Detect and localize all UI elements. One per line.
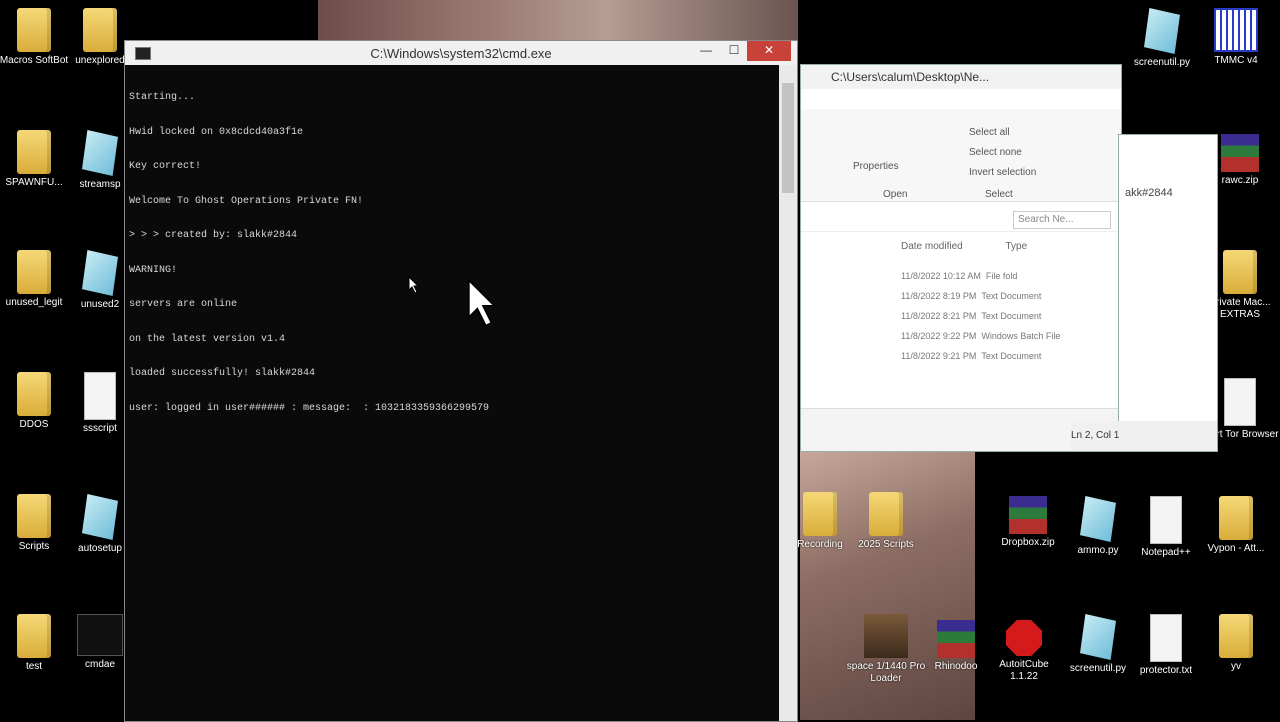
select-all-button[interactable]: Select all — [969, 127, 1010, 138]
cmd-icon — [77, 614, 123, 656]
console-line: WARNING! — [129, 264, 178, 276]
cursor-position: Ln 2, Col 1 — [1071, 430, 1120, 441]
desktop-icon[interactable]: AutoitCube 1.1.22 — [984, 620, 1064, 683]
folder-icon — [1219, 496, 1253, 540]
maximize-button[interactable]: ☐ — [723, 41, 745, 61]
properties-button[interactable]: Properties — [853, 161, 899, 172]
doc-icon — [1224, 378, 1256, 426]
console-line: > > > created by: slakk#2844 — [129, 230, 298, 241]
py-file-icon — [1144, 8, 1180, 54]
folder-icon — [17, 250, 51, 294]
explorer-title: C:\Users\calum\Desktop\Ne... — [831, 70, 990, 84]
folder-icon — [869, 492, 903, 536]
console-output[interactable]: Starting... Hwid locked on 0x8cdcd40a3f1… — [129, 69, 775, 717]
folder-icon — [803, 492, 837, 536]
cmd-window[interactable]: C:\Windows\system32\cmd.exe — ☐ ✕ Starti… — [124, 40, 798, 722]
desktop-icon[interactable]: screenutil.py — [1122, 8, 1202, 69]
file-row[interactable]: 11/8/2022 8:21 PM Text Document — [901, 311, 1111, 321]
explorer-titlebar[interactable]: C:\Users\calum\Desktop\Ne... — [801, 65, 1121, 89]
notepad-window[interactable]: akk#2844 Ln 2, Col 1 — [1071, 134, 1218, 452]
folder-icon — [1223, 250, 1257, 294]
select-none-button[interactable]: Select none — [969, 147, 1022, 158]
column-type[interactable]: Type — [1005, 241, 1027, 252]
explorer-ribbon: Properties Open Select all Select none I… — [801, 109, 1121, 202]
folder-icon — [17, 130, 51, 174]
desktop-icon[interactable]: Dropbox.zip — [988, 496, 1068, 549]
rar-icon — [1221, 134, 1259, 172]
desktop-icon[interactable]: Rhinodoo — [916, 620, 996, 673]
red-octagon-icon — [1006, 620, 1042, 656]
small-cursor-icon — [408, 276, 420, 294]
scrollbar-thumb[interactable] — [782, 83, 794, 193]
cmd-titlebar[interactable]: C:\Windows\system32\cmd.exe — ☐ ✕ — [125, 41, 797, 65]
console-line: Welcome To Ghost Operations Private FN! — [129, 195, 364, 207]
py-file-icon — [1080, 496, 1116, 542]
notepad-text[interactable]: akk#2844 — [1125, 187, 1173, 199]
notepad-icon — [1150, 496, 1182, 544]
file-row[interactable]: 11/8/2022 9:22 PM Windows Batch File — [901, 331, 1111, 341]
file-explorer-window[interactable]: C:\Users\calum\Desktop\Ne... Properties … — [800, 64, 1122, 452]
console-line: user: logged in user###### : message: : … — [129, 402, 490, 414]
invert-selection-button[interactable]: Invert selection — [969, 167, 1036, 178]
py-file-icon — [1080, 614, 1116, 660]
folder-icon — [17, 8, 51, 52]
folder-icon — [1219, 614, 1253, 658]
mouse-cursor-icon — [467, 278, 497, 327]
py-file-icon — [82, 250, 118, 296]
desktop-icon[interactable]: Notepad++ — [1126, 496, 1206, 559]
console-line: servers are online — [129, 299, 238, 310]
desktop-icon[interactable]: yv — [1196, 614, 1276, 673]
folder-icon — [17, 372, 51, 416]
rar-icon — [937, 620, 975, 658]
folder-icon — [83, 8, 117, 52]
script-icon — [84, 372, 116, 420]
column-date-modified[interactable]: Date modified — [901, 241, 963, 252]
search-input[interactable]: Search Ne... — [1013, 211, 1111, 229]
console-line: on the latest version v1.4 — [129, 333, 286, 345]
py-file-icon — [82, 494, 118, 540]
vertical-scrollbar[interactable] — [779, 65, 797, 721]
desktop-icon[interactable]: protector.txt — [1126, 614, 1206, 677]
ribbon-group-open: Open — [883, 189, 908, 200]
file-row[interactable]: 11/8/2022 10:12 AM File fold — [901, 271, 1111, 281]
desktop-icon[interactable]: 2025 Scripts — [846, 492, 926, 551]
console-line: Hwid locked on 0x8cdcd40a3f1e — [129, 126, 304, 138]
folder-icon — [17, 614, 51, 658]
maze-icon — [1214, 8, 1258, 52]
desktop-icon[interactable]: Vypon - Att... — [1196, 496, 1276, 555]
py-file-icon — [82, 130, 118, 176]
file-row[interactable]: 11/8/2022 9:21 PM Text Document — [901, 351, 1111, 361]
minimize-button[interactable]: — — [695, 41, 717, 61]
photo-icon — [864, 614, 908, 658]
notepad-statusbar: Ln 2, Col 1 — [1071, 421, 1217, 451]
console-line: Starting... — [129, 92, 196, 103]
rar-icon — [1009, 496, 1047, 534]
desktop-icon[interactable]: space 1/1440 Pro Loader — [846, 614, 926, 685]
close-button[interactable]: ✕ — [747, 41, 791, 61]
file-row[interactable]: 11/8/2022 8:19 PM Text Document — [901, 291, 1111, 301]
folder-icon — [17, 494, 51, 538]
desktop-icon[interactable]: TMMC v4 — [1196, 8, 1276, 67]
console-line: loaded successfully! slakk#2844 — [129, 368, 316, 379]
column-headers: Date modified Type — [901, 241, 1027, 252]
search-doc-icon — [1150, 614, 1182, 662]
console-line: Key correct! — [129, 161, 202, 172]
address-bar[interactable]: Search Ne... — [801, 209, 1121, 232]
ribbon-group-select: Select — [985, 189, 1013, 200]
